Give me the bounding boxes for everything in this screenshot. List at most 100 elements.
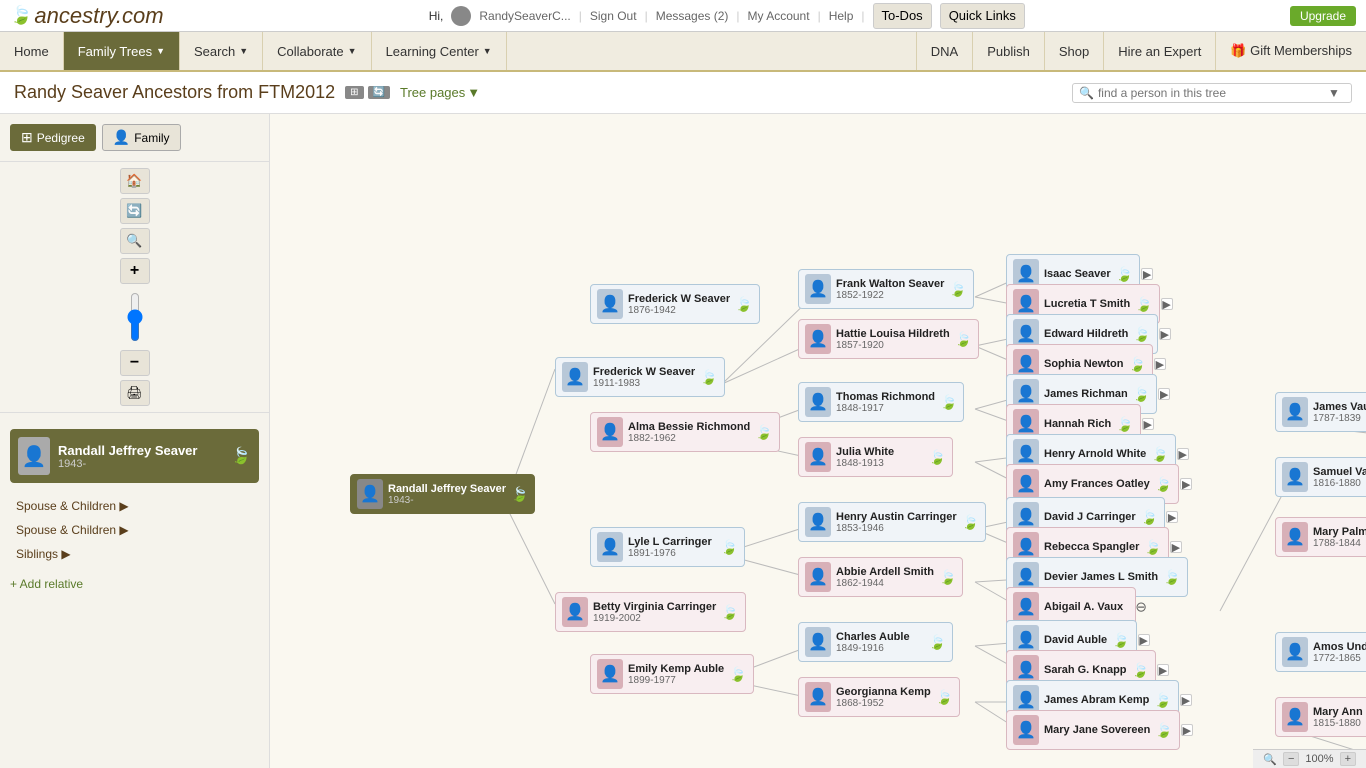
root-person-card[interactable]: 👤 Randall Jeffrey Seaver 1943- 🍃	[10, 429, 259, 483]
person-emily[interactable]: 👤 Emily Kemp Auble 1899-1977 🍃	[590, 654, 754, 694]
expand-david-auble[interactable]: ▶	[1138, 634, 1150, 646]
zoom-in-button[interactable]: +	[120, 258, 150, 284]
person-alma[interactable]: 👤 Alma Bessie Richmond 1882-1962 🍃	[590, 412, 780, 452]
person-fw1[interactable]: 👤 Frederick W Seaver 1876-1942 🍃	[590, 284, 760, 324]
nav-publish[interactable]: Publish	[972, 32, 1044, 70]
leaf-james-richman: 🍃	[1133, 386, 1150, 403]
person-georgianna[interactable]: 👤 Georgianna Kemp 1868-1952 🍃	[798, 677, 960, 717]
find-person-search[interactable]: 🔍 ▼	[1072, 83, 1352, 103]
family-view-button[interactable]: 👤 Family	[102, 124, 181, 151]
tree-icon-button[interactable]: ⊞	[345, 86, 363, 99]
person-mary-palmer[interactable]: 👤 Mary Palmer 1788-1844 + Add	[1275, 517, 1366, 557]
nav-search[interactable]: Search ▼	[180, 32, 263, 70]
leaf-thomas: 🍃	[940, 394, 957, 411]
expand-edward[interactable]: ▶	[1159, 328, 1171, 340]
person-julia[interactable]: 👤 Julia White 1848-1913 🍃	[798, 437, 953, 477]
siblings-link[interactable]: Siblings ▶	[10, 543, 259, 565]
nav-shop[interactable]: Shop	[1044, 32, 1103, 70]
tree-canvas[interactable]: 👤 Randall Jeffrey Seaver 1943- 🍃 👤 Frede…	[270, 114, 1366, 768]
person-abbie[interactable]: 👤 Abbie Ardell Smith 1862-1944 🍃	[798, 557, 963, 597]
print-button[interactable]: 🖨	[120, 380, 150, 406]
username-link[interactable]: RandySeaverC...	[479, 9, 570, 23]
name-charles: Charles Auble	[836, 631, 910, 643]
person-samuel-vaux[interactable]: 👤 Samuel Vaux 1816-1880 🍃	[1275, 457, 1366, 497]
person-randall[interactable]: 👤 Randall Jeffrey Seaver 1943- 🍃	[350, 474, 535, 514]
search-dropdown-arrow[interactable]: ▼	[1328, 86, 1340, 100]
expand-sophia[interactable]: ▶	[1154, 358, 1166, 370]
tree-pages-link[interactable]: Tree pages ▼	[400, 85, 480, 100]
todos-button[interactable]: To-Dos	[873, 3, 932, 29]
nav-hire-expert[interactable]: Hire an Expert	[1103, 32, 1215, 70]
myaccount-link[interactable]: My Account	[748, 9, 810, 23]
name-james-kemp: James Abram Kemp	[1044, 694, 1149, 706]
person-links: Spouse & Children ▶ Spouse & Children ▶ …	[0, 489, 269, 571]
expand-james-richman[interactable]: ▶	[1158, 388, 1170, 400]
person-henry-austin[interactable]: 👤 Henry Austin Carringer 1853-1946 🍃	[798, 502, 986, 542]
person-mary-jane[interactable]: 👤 Mary Jane Sovereen 🍃 ▶	[1006, 710, 1180, 750]
zoom-slider[interactable]	[123, 292, 147, 342]
signout-link[interactable]: Sign Out	[590, 9, 637, 23]
leaf-rebecca: 🍃	[1144, 539, 1161, 556]
expand-rebecca[interactable]: ▶	[1170, 541, 1182, 553]
leaf-sarah: 🍃	[1132, 662, 1149, 679]
person-james-vaux[interactable]: 👤 James Vaux 1787-1839 🍃	[1275, 392, 1366, 432]
leaf-amy: 🍃	[1155, 476, 1172, 493]
tree-sync-button[interactable]: 🔄	[368, 86, 390, 99]
search-nav-button[interactable]: 🔍	[120, 228, 150, 254]
nav-family-trees[interactable]: Family Trees ▼	[64, 32, 180, 70]
zoom-out-status[interactable]: −	[1283, 752, 1299, 766]
expand-hannah[interactable]: ▶	[1142, 418, 1154, 430]
leaf-david-auble: 🍃	[1112, 632, 1129, 649]
refresh-nav-button[interactable]: 🔄	[120, 198, 150, 224]
avatar-amos: 👤	[1282, 637, 1308, 667]
upgrade-button[interactable]: Upgrade	[1290, 6, 1356, 26]
person-frederick-w2[interactable]: 👤 Frederick W Seaver 1911-1983 🍃	[555, 357, 725, 397]
dates-henry-austin: 1853-1946	[836, 523, 957, 534]
dates-betty: 1919-2002	[593, 613, 716, 624]
spouse-children-link-1[interactable]: Spouse & Children ▶	[10, 495, 259, 517]
add-relative-button[interactable]: + Add relative	[0, 571, 269, 597]
home-nav-button[interactable]: 🏠	[120, 168, 150, 194]
nav-learning[interactable]: Learning Center ▼	[372, 32, 507, 70]
dates-amos: 1772-1865	[1313, 653, 1366, 664]
expand-james-kemp[interactable]: ▶	[1180, 694, 1192, 706]
person-lyle[interactable]: 👤 Lyle L Carringer 1891-1976 🍃	[590, 527, 745, 567]
quicklinks-button[interactable]: Quick Links	[940, 3, 1025, 29]
avatar-henry-austin: 👤	[805, 507, 831, 537]
expand-mary-jane[interactable]: ▶	[1181, 724, 1193, 736]
find-person-input[interactable]	[1098, 86, 1328, 100]
expand-sarah[interactable]: ▶	[1157, 664, 1169, 676]
expand-amy[interactable]: ▶	[1180, 478, 1192, 490]
person-betty[interactable]: 👤 Betty Virginia Carringer 1919-2002 🍃	[555, 592, 746, 632]
expand-david-car[interactable]: ▶	[1166, 511, 1178, 523]
person-hattie[interactable]: 👤 Hattie Louisa Hildreth 1857-1920 🍃	[798, 319, 979, 359]
leaf-frank: 🍃	[949, 281, 966, 298]
dates-mary-palmer: 1788-1844	[1313, 538, 1366, 549]
messages-link[interactable]: Messages (2)	[656, 9, 729, 23]
zoom-out-button[interactable]: −	[120, 350, 150, 376]
person-charles[interactable]: 👤 Charles Auble 1849-1916 🍃	[798, 622, 953, 662]
person-thomas[interactable]: 👤 Thomas Richmond 1848-1917 🍃	[798, 382, 964, 422]
expand-lucretia[interactable]: ▶	[1161, 298, 1173, 310]
nav-gift[interactable]: 🎁 Gift Memberships	[1215, 32, 1366, 70]
help-link[interactable]: Help	[829, 9, 854, 23]
leaf-fw2: 🍃	[700, 369, 717, 386]
person-frank[interactable]: 👤 Frank Walton Seaver 1852-1922 🍃	[798, 269, 974, 309]
person-amos[interactable]: 👤 Amos Underhill 1772-1865 🍃	[1275, 632, 1366, 672]
name-lucretia: Lucretia T Smith	[1044, 298, 1130, 310]
nav-dna[interactable]: DNA	[916, 32, 972, 70]
expand-henry-arnold[interactable]: ▶	[1177, 448, 1189, 460]
nav-collaborate[interactable]: Collaborate ▼	[263, 32, 371, 70]
leaf-betty: 🍃	[721, 604, 738, 621]
leaf-hannah: 🍃	[1116, 416, 1133, 433]
name-fw1: Frederick W Seaver	[628, 293, 730, 305]
zoom-in-status[interactable]: +	[1340, 752, 1356, 766]
nav-home[interactable]: Home	[0, 32, 64, 70]
spouse-children-link-2[interactable]: Spouse & Children ▶	[10, 519, 259, 541]
pedigree-view-button[interactable]: ⊞ Pedigree	[10, 124, 96, 151]
name-james-richman: James Richman	[1044, 388, 1128, 400]
expand-isaac[interactable]: ▶	[1141, 268, 1153, 280]
expand-abigail[interactable]: ⊖	[1135, 599, 1147, 616]
dates-lyle: 1891-1976	[628, 548, 712, 559]
person-mary-ann[interactable]: 👤 Mary Ann Underhill 1815-1880 🍃	[1275, 697, 1366, 737]
